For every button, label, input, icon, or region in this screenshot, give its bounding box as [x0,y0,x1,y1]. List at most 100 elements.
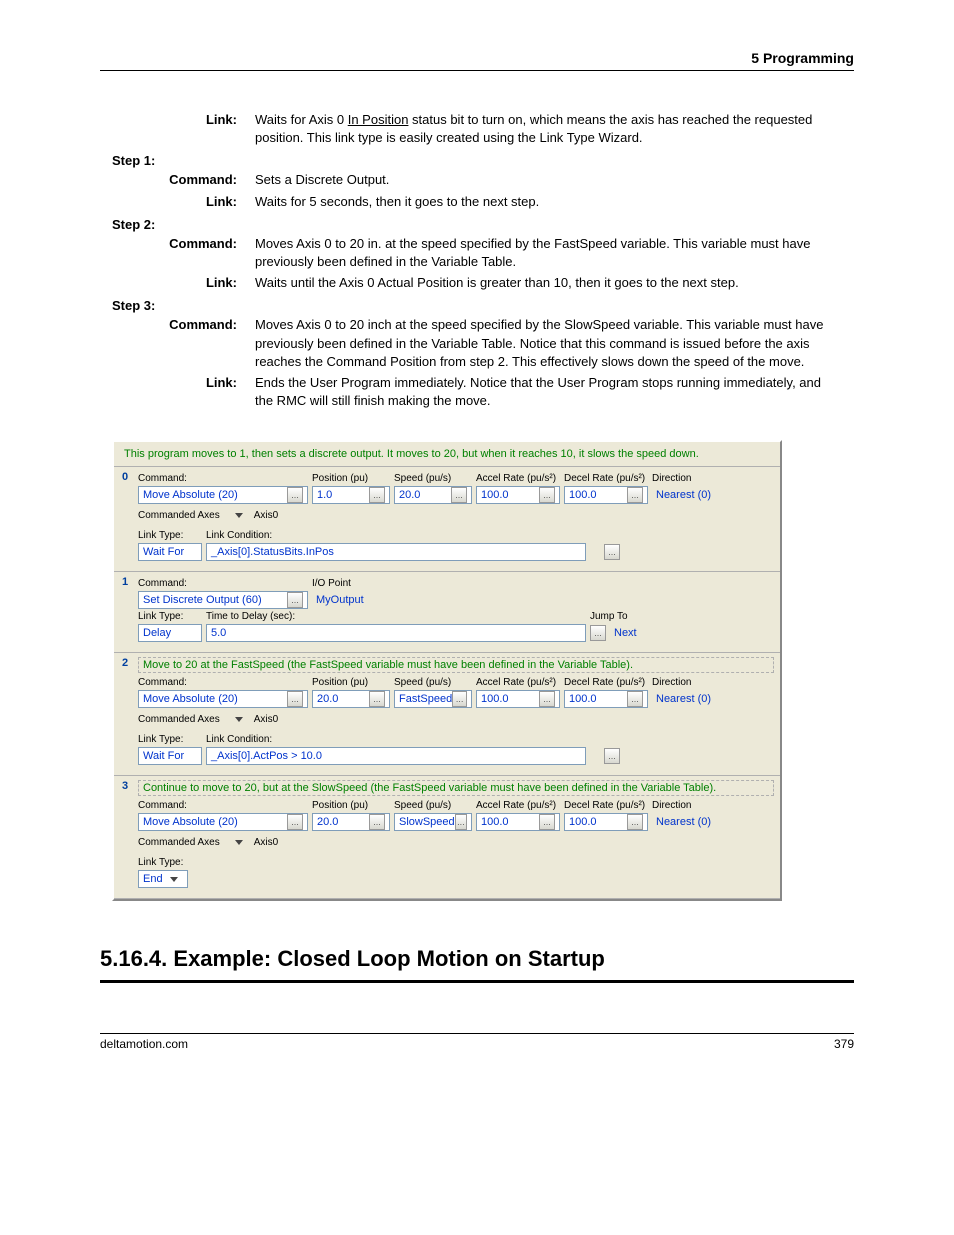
field-value: 100.0 [481,816,509,828]
ellipsis-button[interactable]: … [369,691,385,707]
field-value: 20.0 [317,693,338,705]
field-value: 100.0 [481,489,509,501]
io-point-value[interactable]: MyOutput [312,591,368,609]
column-header: Position (pu) [312,473,390,484]
jump-to-value[interactable]: Next [610,624,641,642]
chevron-down-icon[interactable] [232,835,246,849]
column-header: Direction [652,677,722,688]
column-header: Decel Rate (pu/s²) [564,677,648,688]
column-header: I/O Point [312,578,412,589]
column-header: Speed (pu/s) [394,677,472,688]
desc-row: Command:Moves Axis 0 to 20 inch at the s… [100,316,854,371]
column-header: Link Type: [138,857,202,868]
field-cell[interactable]: 100.0 … [476,690,560,708]
field-cell[interactable]: 20.0… [312,813,390,831]
field-cell[interactable]: _Axis[0].ActPos > 10.0 [206,747,586,765]
field-cell[interactable]: 1.0… [312,486,390,504]
field-cell[interactable]: Move Absolute (20) … [138,813,308,831]
ellipsis-button[interactable]: … [627,814,643,830]
column-header: Link Condition: [206,734,506,745]
step-block: 1Command:I/O PointSet Discrete Output (6… [114,572,780,653]
column-header: Command: [138,473,308,484]
column-header: Speed (pu/s) [394,800,472,811]
step-body: Move to 20 at the FastSpeed (the FastSpe… [136,653,780,775]
ellipsis-button[interactable]: … [627,487,643,503]
ellipsis-button[interactable]: … [590,625,606,641]
ellipsis-button[interactable]: … [287,487,303,503]
field-cell[interactable]: 100.0 … [476,813,560,831]
field-value: 100.0 [481,693,509,705]
footer-site: deltamotion.com [100,1037,188,1051]
ellipsis-button[interactable]: … [452,691,467,707]
field-value: _Axis[0].ActPos > 10.0 [211,750,322,762]
desc-text: Waits for 5 seconds, then it goes to the… [255,193,854,211]
field-cell[interactable]: Move Absolute (20)… [138,690,308,708]
field-value: 100.0 [569,693,597,705]
field-cell[interactable]: 20.0… [394,486,472,504]
desc-row: Link:Ends the User Program immediately. … [100,374,854,410]
step-block: 2Move to 20 at the FastSpeed (the FastSp… [114,653,780,776]
step-number: 3 [114,776,136,898]
chevron-down-icon[interactable] [167,872,181,886]
section-rule [100,980,854,983]
ellipsis-button[interactable]: … [627,691,643,707]
ellipsis-button[interactable]: … [455,814,467,830]
direction-value[interactable]: Nearest (0) [652,486,722,504]
field-cell[interactable]: Delay [138,624,202,642]
column-header: Position (pu) [312,677,390,688]
field-cell[interactable]: SlowSpeed… [394,813,472,831]
chevron-down-icon[interactable] [232,712,246,726]
field-value: Move Absolute (20) [143,816,238,828]
ellipsis-button[interactable]: … [451,487,467,503]
column-header: Link Type: [138,611,202,622]
desc-label: Command: [100,171,255,189]
ellipsis-button[interactable]: … [539,487,555,503]
commanded-axes-row: Commanded AxesAxis0 [138,508,774,522]
ellipsis-button[interactable]: … [287,814,303,830]
field-cell[interactable]: 5.0 [206,624,586,642]
column-header: Link Condition: [206,530,506,541]
step-title: Step 3: [112,298,854,313]
desc-text: Ends the User Program immediately. Notic… [255,374,854,410]
step-note: Continue to move to 20, but at the SlowS… [138,780,774,796]
ellipsis-button[interactable]: … [604,748,620,764]
field-cell[interactable]: 100.0 … [564,486,648,504]
field-cell[interactable]: Wait For [138,747,202,765]
field-cell[interactable]: _Axis[0].StatusBits.InPos [206,543,586,561]
ellipsis-button[interactable]: … [369,814,385,830]
footer-page: 379 [834,1037,854,1051]
desc-text: Moves Axis 0 to 20 inch at the speed spe… [255,316,854,371]
column-header: Command: [138,800,308,811]
desc-label: Link: [100,374,255,410]
column-header: Accel Rate (pu/s²) [476,800,560,811]
page-footer: deltamotion.com 379 [100,1033,854,1051]
ellipsis-button[interactable]: … [539,814,555,830]
direction-value[interactable]: Nearest (0) [652,690,722,708]
field-cell[interactable]: 100.0… [564,813,648,831]
field-cell[interactable]: Wait For [138,543,202,561]
chevron-down-icon[interactable] [232,508,246,522]
ellipsis-button[interactable]: … [287,592,303,608]
desc-label: Command: [100,316,255,371]
ellipsis-button[interactable]: … [604,544,620,560]
step-number: 1 [114,572,136,652]
field-value: 5.0 [211,627,226,639]
field-cell[interactable]: 100.0 … [564,690,648,708]
direction-value[interactable]: Nearest (0) [652,813,722,831]
ellipsis-button[interactable]: … [369,487,385,503]
ellipsis-button[interactable]: … [539,691,555,707]
step-title: Step 2: [112,217,854,232]
field-value: 100.0 [569,489,597,501]
link-type-end[interactable]: End [138,870,188,888]
field-cell[interactable]: Move Absolute (20)… [138,486,308,504]
field-cell[interactable]: FastSpeed… [394,690,472,708]
column-header: Direction [652,473,722,484]
axis-name: Axis0 [254,510,278,521]
ellipsis-button[interactable]: … [287,691,303,707]
column-header: Speed (pu/s) [394,473,472,484]
field-cell[interactable]: Set Discrete Output (60)… [138,591,308,609]
field-cell[interactable]: 20.0 … [312,690,390,708]
column-header: Direction [652,800,722,811]
field-value: FastSpeed [399,693,452,705]
field-cell[interactable]: 100.0 … [476,486,560,504]
